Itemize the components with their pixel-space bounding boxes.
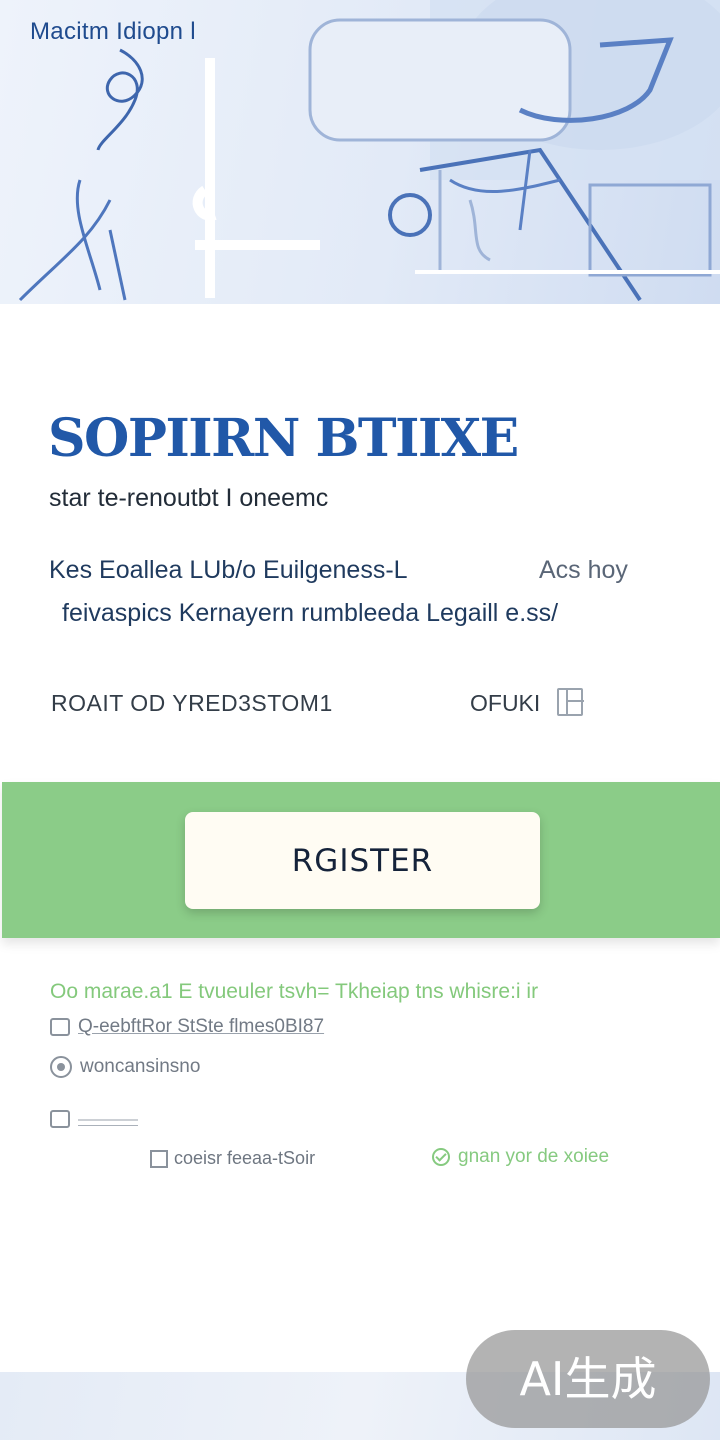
check-circle-icon <box>432 1148 450 1166</box>
footer-checkbox-option[interactable]: coeisr feeaa-tSoir <box>150 1148 315 1169</box>
detail-link[interactable]: Q-eebftRor StSte flmes0BI87 <box>78 1016 324 1038</box>
table-sketch <box>588 183 712 277</box>
description-line-2: feivaspics Kernayern rumbleeda Legaill e… <box>62 599 559 627</box>
detail-row[interactable]: ———— <box>50 1110 138 1128</box>
detail-row: woncansinsno <box>50 1056 200 1078</box>
chair-sketch <box>438 170 491 270</box>
footer-link[interactable]: gnan yor de xoiee <box>432 1146 609 1168</box>
watermark-text: AI生成 <box>519 1352 656 1406</box>
message-icon <box>50 1110 70 1128</box>
detail-link[interactable]: ———— <box>78 1111 138 1128</box>
detail-text: woncansinsno <box>80 1056 201 1077</box>
sofa-outline <box>308 18 572 142</box>
location-icon <box>50 1056 72 1078</box>
ai-watermark: AI生成 <box>466 1330 710 1428</box>
meta-option-label[interactable]: OFUKI <box>470 690 540 717</box>
register-button[interactable]: RGISTER <box>185 812 540 909</box>
description-line-1: Kes Eoallea LUb/o Euilgeness-L <box>49 556 408 584</box>
brand-title: Macitm Idiopn l <box>30 18 196 45</box>
footer-left-label: coeisr feeaa-tSoir <box>174 1148 316 1168</box>
page-headline: SOPIIRN BTIIXE <box>48 408 519 469</box>
pole-base <box>195 240 320 250</box>
notice-text: Oo marae.a1 E tvueuler tsvh= Tkheiap tns… <box>50 980 539 1003</box>
figure-sketch <box>96 48 144 151</box>
checkbox-icon[interactable] <box>150 1149 168 1168</box>
meta-label: ROAIT OD YRED3STOM1 <box>51 690 333 716</box>
document-icon <box>50 1018 70 1036</box>
calendar-icon[interactable] <box>557 688 584 716</box>
hero-illustration: Macitm Idiopn l <box>0 0 720 304</box>
watermark-glyphs: AI生成 <box>519 1352 656 1406</box>
page-subtitle: star te-renoutbt I oneemc <box>49 484 329 512</box>
footer-right-label[interactable]: gnan yor de xoiee <box>458 1146 609 1168</box>
wheel-sketch <box>388 193 432 237</box>
detail-row[interactable]: Q-eebftRor StSte flmes0BI87 <box>50 1016 324 1038</box>
figure-sketch <box>18 179 127 302</box>
pole <box>205 58 215 298</box>
description-aside: Acs hoy <box>539 556 628 584</box>
